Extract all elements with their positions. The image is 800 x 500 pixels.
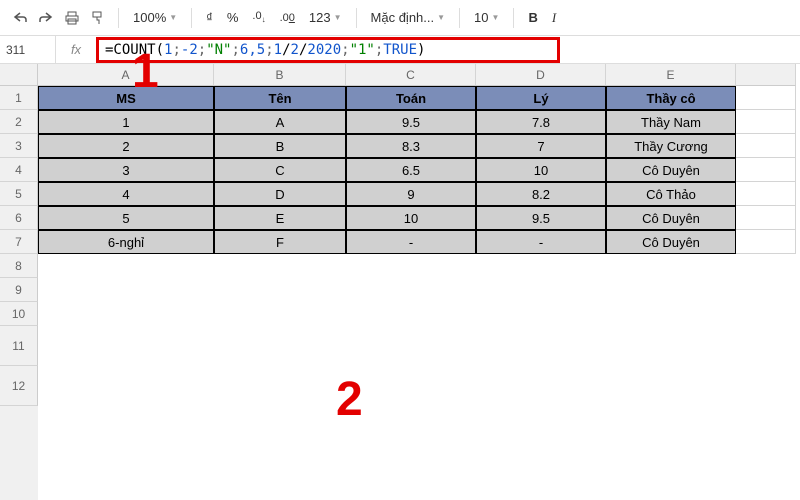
toolbar: 100%▼ ₫ % .0↓ .00 123▼ Mặc định...▼ 10▼ … [0, 0, 800, 36]
cell-F1[interactable] [736, 86, 796, 110]
cell-F2[interactable] [736, 110, 796, 134]
row-header-8[interactable]: 8 [0, 254, 38, 278]
zoom-dropdown[interactable]: 100%▼ [127, 10, 183, 25]
cell-D7[interactable]: - [476, 230, 606, 254]
cell-F4[interactable] [736, 158, 796, 182]
cell-E3[interactable]: Thầy Cương [606, 134, 736, 158]
cell-B2[interactable]: A [214, 110, 346, 134]
cell-F3[interactable] [736, 134, 796, 158]
col-header-B[interactable]: B [214, 64, 346, 86]
row-header-11[interactable]: 11 [0, 326, 38, 366]
italic-button[interactable]: I [546, 10, 562, 26]
bold-button[interactable]: B [522, 10, 543, 25]
row-headers: 123456789101112 [0, 64, 38, 500]
cell-A4[interactable]: 3 [38, 158, 214, 182]
increase-decimal-button[interactable]: .00 [274, 12, 301, 24]
cell-E5[interactable]: Cô Thảo [606, 182, 736, 206]
cell-D5[interactable]: 8.2 [476, 182, 606, 206]
select-all-corner[interactable] [0, 64, 38, 86]
cell-B6[interactable]: E [214, 206, 346, 230]
font-dropdown[interactable]: Mặc định...▼ [365, 10, 452, 25]
formula-input[interactable]: =COUNT(1;-2;"N";6,5;1/2/2020;"1";TRUE) [96, 37, 560, 63]
cell-C1[interactable]: Toán [346, 86, 476, 110]
cell-D3[interactable]: 7 [476, 134, 606, 158]
percent-button[interactable]: % [221, 10, 245, 25]
row-header-4[interactable]: 4 [0, 158, 38, 182]
cell-A7[interactable]: 6-nghỉ [38, 230, 214, 254]
row-header-7[interactable]: 7 [0, 230, 38, 254]
row-header-6[interactable]: 6 [0, 206, 38, 230]
paint-format-icon[interactable] [86, 6, 110, 30]
cell-E4[interactable]: Cô Duyên [606, 158, 736, 182]
cell-B1[interactable]: Tên [214, 86, 346, 110]
cell-B4[interactable]: C [214, 158, 346, 182]
number-format-dropdown[interactable]: 123▼ [303, 10, 348, 25]
spreadsheet: 123456789101112 ABCDE MSTênToánLýThầy cô… [0, 64, 800, 500]
cell-D1[interactable]: Lý [476, 86, 606, 110]
cell-D2[interactable]: 7.8 [476, 110, 606, 134]
formula-bar: 311 fx =COUNT(1;-2;"N";6,5;1/2/2020;"1";… [0, 36, 800, 64]
col-header-C[interactable]: C [346, 64, 476, 86]
row-header-10[interactable]: 10 [0, 302, 38, 326]
cell-D6[interactable]: 9.5 [476, 206, 606, 230]
cell-C3[interactable]: 8.3 [346, 134, 476, 158]
cell-A1[interactable]: MS [38, 86, 214, 110]
col-header-A[interactable]: A [38, 64, 214, 86]
cell-B3[interactable]: B [214, 134, 346, 158]
cell-A2[interactable]: 1 [38, 110, 214, 134]
row-header-3[interactable]: 3 [0, 134, 38, 158]
cell-C7[interactable]: - [346, 230, 476, 254]
cell-C6[interactable]: 10 [346, 206, 476, 230]
redo-icon[interactable] [34, 6, 58, 30]
decrease-decimal-button[interactable]: .0↓ [246, 10, 271, 24]
cell-E7[interactable]: Cô Duyên [606, 230, 736, 254]
cell-F5[interactable] [736, 182, 796, 206]
cell-B5[interactable]: D [214, 182, 346, 206]
column-headers: ABCDE [38, 64, 800, 86]
cell-A5[interactable]: 4 [38, 182, 214, 206]
row-header-12[interactable]: 12 [0, 366, 38, 406]
cell-F7[interactable] [736, 230, 796, 254]
cell-D4[interactable]: 10 [476, 158, 606, 182]
undo-icon[interactable] [8, 6, 32, 30]
cell-C4[interactable]: 6.5 [346, 158, 476, 182]
col-header-F[interactable] [736, 64, 796, 86]
cell-E6[interactable]: Cô Duyên [606, 206, 736, 230]
currency-button[interactable]: ₫ [200, 10, 219, 25]
row-header-1[interactable]: 1 [0, 86, 38, 110]
cell-C2[interactable]: 9.5 [346, 110, 476, 134]
row-header-9[interactable]: 9 [0, 278, 38, 302]
print-icon[interactable] [60, 6, 84, 30]
col-header-D[interactable]: D [476, 64, 606, 86]
fx-icon: fx [56, 42, 96, 57]
cell-A3[interactable]: 2 [38, 134, 214, 158]
cell-A6[interactable]: 5 [38, 206, 214, 230]
name-box[interactable]: 311 [0, 36, 56, 63]
cell-E1[interactable]: Thầy cô [606, 86, 736, 110]
row-header-2[interactable]: 2 [0, 110, 38, 134]
grid-body[interactable]: MSTênToánLýThầy cô1A9.57.8Thầy Nam2B8.37… [38, 86, 800, 254]
cell-B7[interactable]: F [214, 230, 346, 254]
col-header-E[interactable]: E [606, 64, 736, 86]
cell-C5[interactable]: 9 [346, 182, 476, 206]
cell-E2[interactable]: Thầy Nam [606, 110, 736, 134]
font-size-dropdown[interactable]: 10▼ [468, 10, 505, 25]
row-header-5[interactable]: 5 [0, 182, 38, 206]
cell-F6[interactable] [736, 206, 796, 230]
